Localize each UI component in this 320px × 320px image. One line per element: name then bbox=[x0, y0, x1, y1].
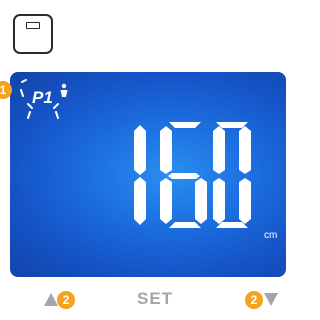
value-text: 160 bbox=[128, 120, 155, 124]
scale-display-slot bbox=[26, 22, 40, 29]
user-profile-icon: P1 bbox=[20, 79, 68, 119]
lcd-display: P1 160 cm bbox=[10, 72, 286, 277]
profile-label: P1 bbox=[32, 88, 53, 107]
scale-icon bbox=[13, 14, 53, 54]
callout-badge-down: 2 bbox=[245, 291, 263, 309]
unit-label: cm bbox=[264, 230, 278, 241]
down-arrow-button[interactable] bbox=[264, 293, 278, 306]
callout-badge-up: 2 bbox=[57, 291, 75, 309]
set-button[interactable]: SET bbox=[137, 289, 173, 309]
up-arrow-button[interactable] bbox=[44, 293, 58, 306]
value-digits: 160 bbox=[128, 120, 251, 228]
